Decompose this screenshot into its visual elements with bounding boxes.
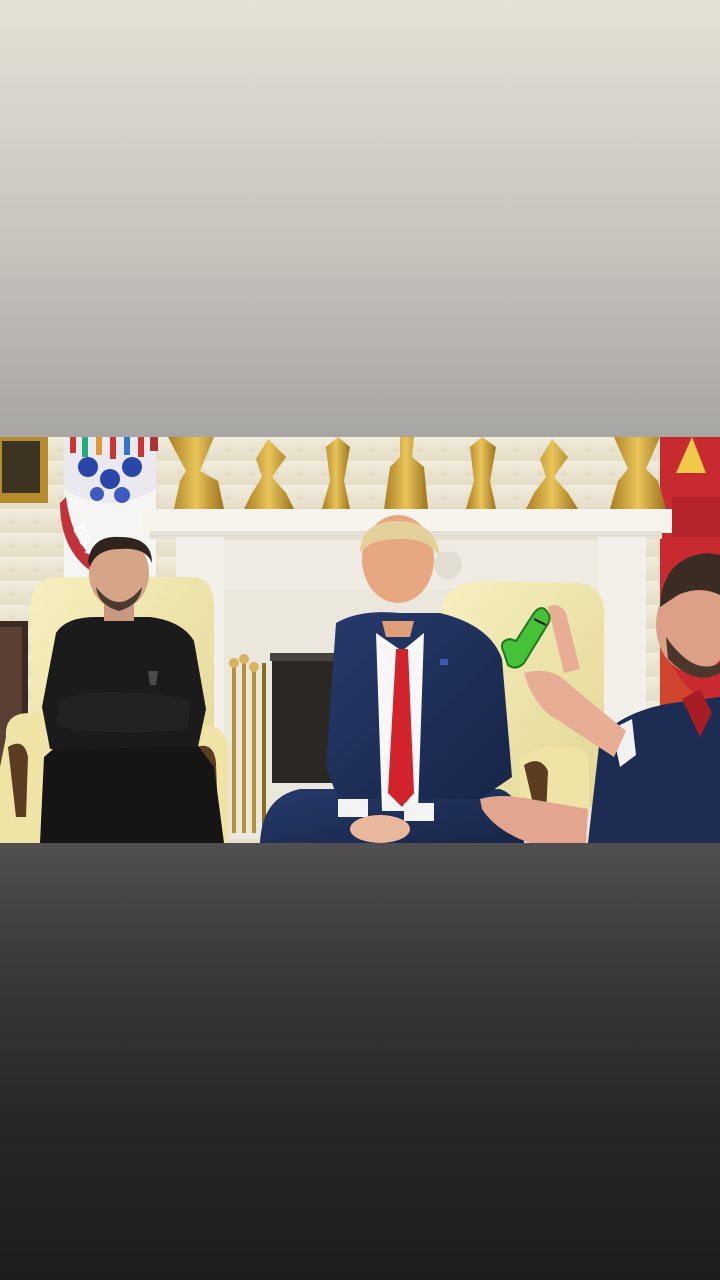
story-viewer[interactable]: ES A: [0, 0, 720, 1280]
story-photo: ES A: [0, 437, 720, 843]
photo-scene: ES A: [0, 437, 720, 843]
painting-frame: [0, 437, 48, 503]
